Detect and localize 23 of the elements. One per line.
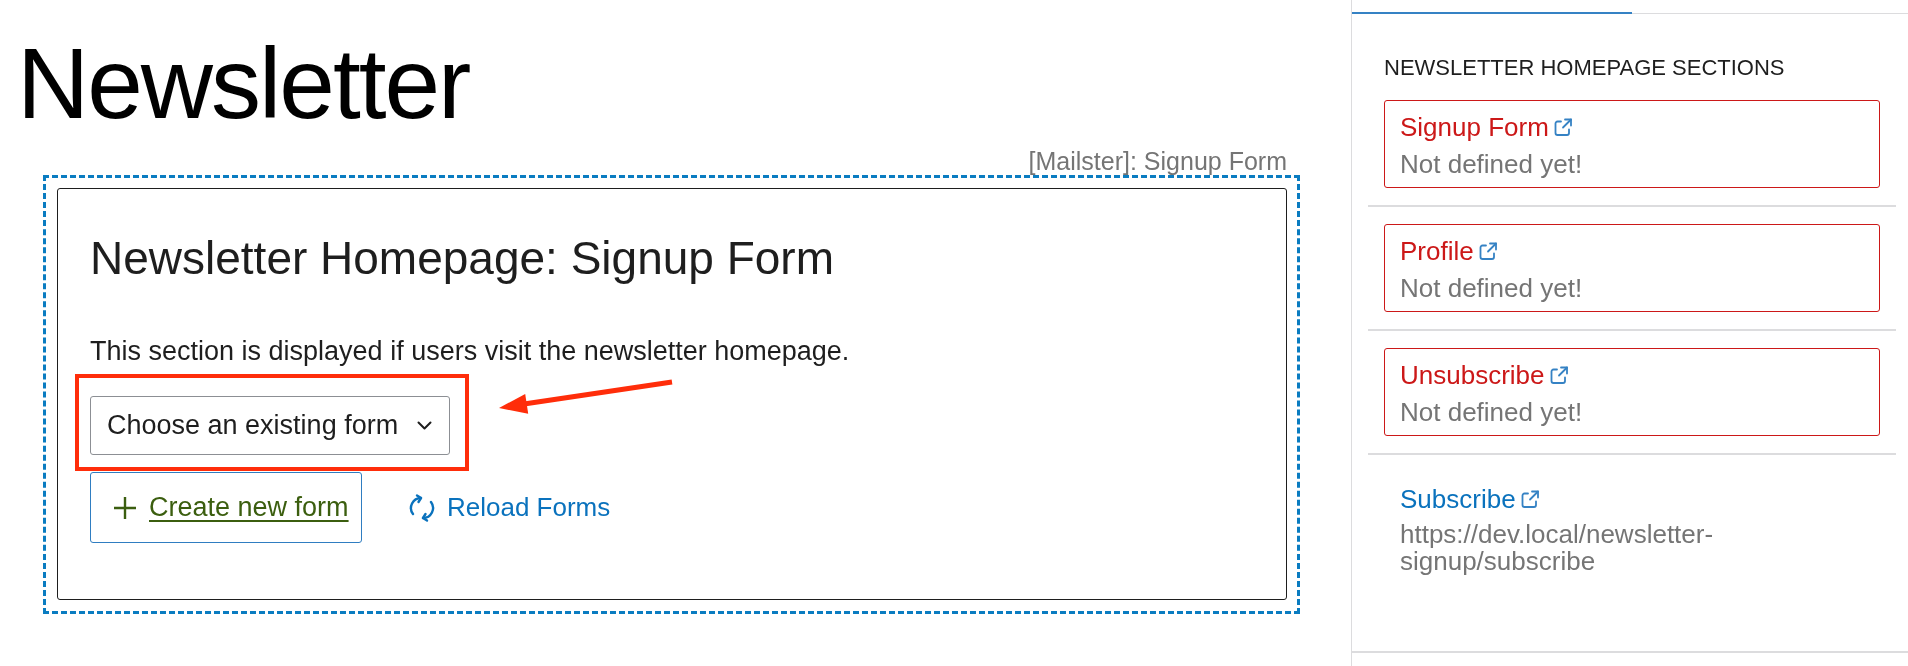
external-link-icon — [1520, 490, 1540, 508]
section-link[interactable]: Unsubscribe — [1400, 360, 1569, 390]
create-form-button[interactable]: Create new form — [90, 472, 362, 543]
external-link-icon — [1478, 242, 1498, 260]
plus-icon — [113, 495, 137, 520]
section-link[interactable]: Subscribe — [1400, 484, 1540, 514]
external-link-icon — [1549, 366, 1569, 384]
reload-forms-link[interactable]: Reload Forms — [407, 491, 611, 524]
form-select[interactable]: Choose an existing form — [90, 396, 450, 455]
section-link[interactable]: Signup Form — [1400, 112, 1573, 142]
section-description: This section is displayed if users visit the newsletter homepage. — [90, 335, 851, 367]
section-link[interactable]: Profile — [1400, 236, 1498, 266]
section-status: Not defined yet! — [1400, 273, 1583, 303]
section-status: Not defined yet! — [1400, 397, 1583, 427]
section-heading: Newsletter Homepage: Signup Form — [90, 231, 835, 286]
section-url: https://dev.local/newsletter-signup/subscribe — [1400, 521, 1715, 575]
refresh-icon — [407, 491, 437, 524]
sidebar-heading: NEWSLETTER HOMEPAGE SECTIONS — [1384, 55, 1786, 81]
page-title: Newsletter — [17, 33, 471, 133]
section-status: Not defined yet! — [1400, 149, 1583, 179]
external-link-icon — [1553, 118, 1573, 136]
block-label: [Mailster]: Signup Form — [1028, 149, 1287, 173]
chevron-down-icon — [417, 421, 432, 430]
